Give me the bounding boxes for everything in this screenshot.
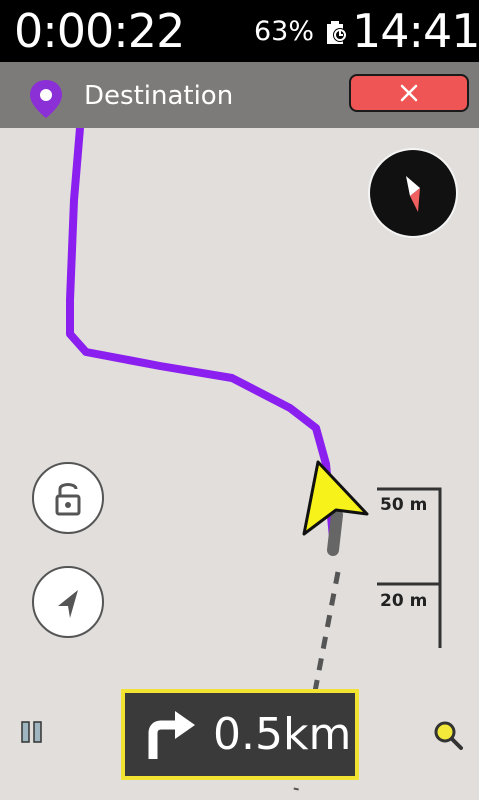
locate-me-button[interactable] xyxy=(32,566,104,638)
traveled-segment xyxy=(327,509,343,556)
turn-right-icon xyxy=(148,711,195,759)
pause-icon[interactable] xyxy=(20,718,44,746)
lock-icon xyxy=(55,483,81,516)
locate-icon xyxy=(58,590,78,618)
close-destination-button[interactable] xyxy=(349,74,469,112)
destination-label: Destination xyxy=(84,81,234,111)
destination-pin-icon xyxy=(30,80,62,118)
compass-button[interactable] xyxy=(370,150,456,236)
compass-icon xyxy=(406,176,420,212)
destination-bar: Destination xyxy=(0,62,479,128)
status-bar: 0:00:22 63% 14:41 xyxy=(0,0,479,62)
next-turn-panel[interactable]: 0.5km xyxy=(121,689,359,780)
scale-label-lower: 20 m xyxy=(380,590,428,612)
close-icon xyxy=(400,84,418,102)
search-icon[interactable] xyxy=(431,718,465,752)
battery-percentage: 63% xyxy=(254,16,315,47)
battery-charging-icon xyxy=(327,21,347,44)
elapsed-timer: 0:00:22 xyxy=(14,4,185,58)
scale-label-upper: 50 m xyxy=(380,494,428,516)
route-line xyxy=(66,128,338,552)
lock-button[interactable] xyxy=(32,462,104,534)
clock: 14:41 xyxy=(352,4,479,58)
turn-distance: 0.5km xyxy=(213,709,352,760)
